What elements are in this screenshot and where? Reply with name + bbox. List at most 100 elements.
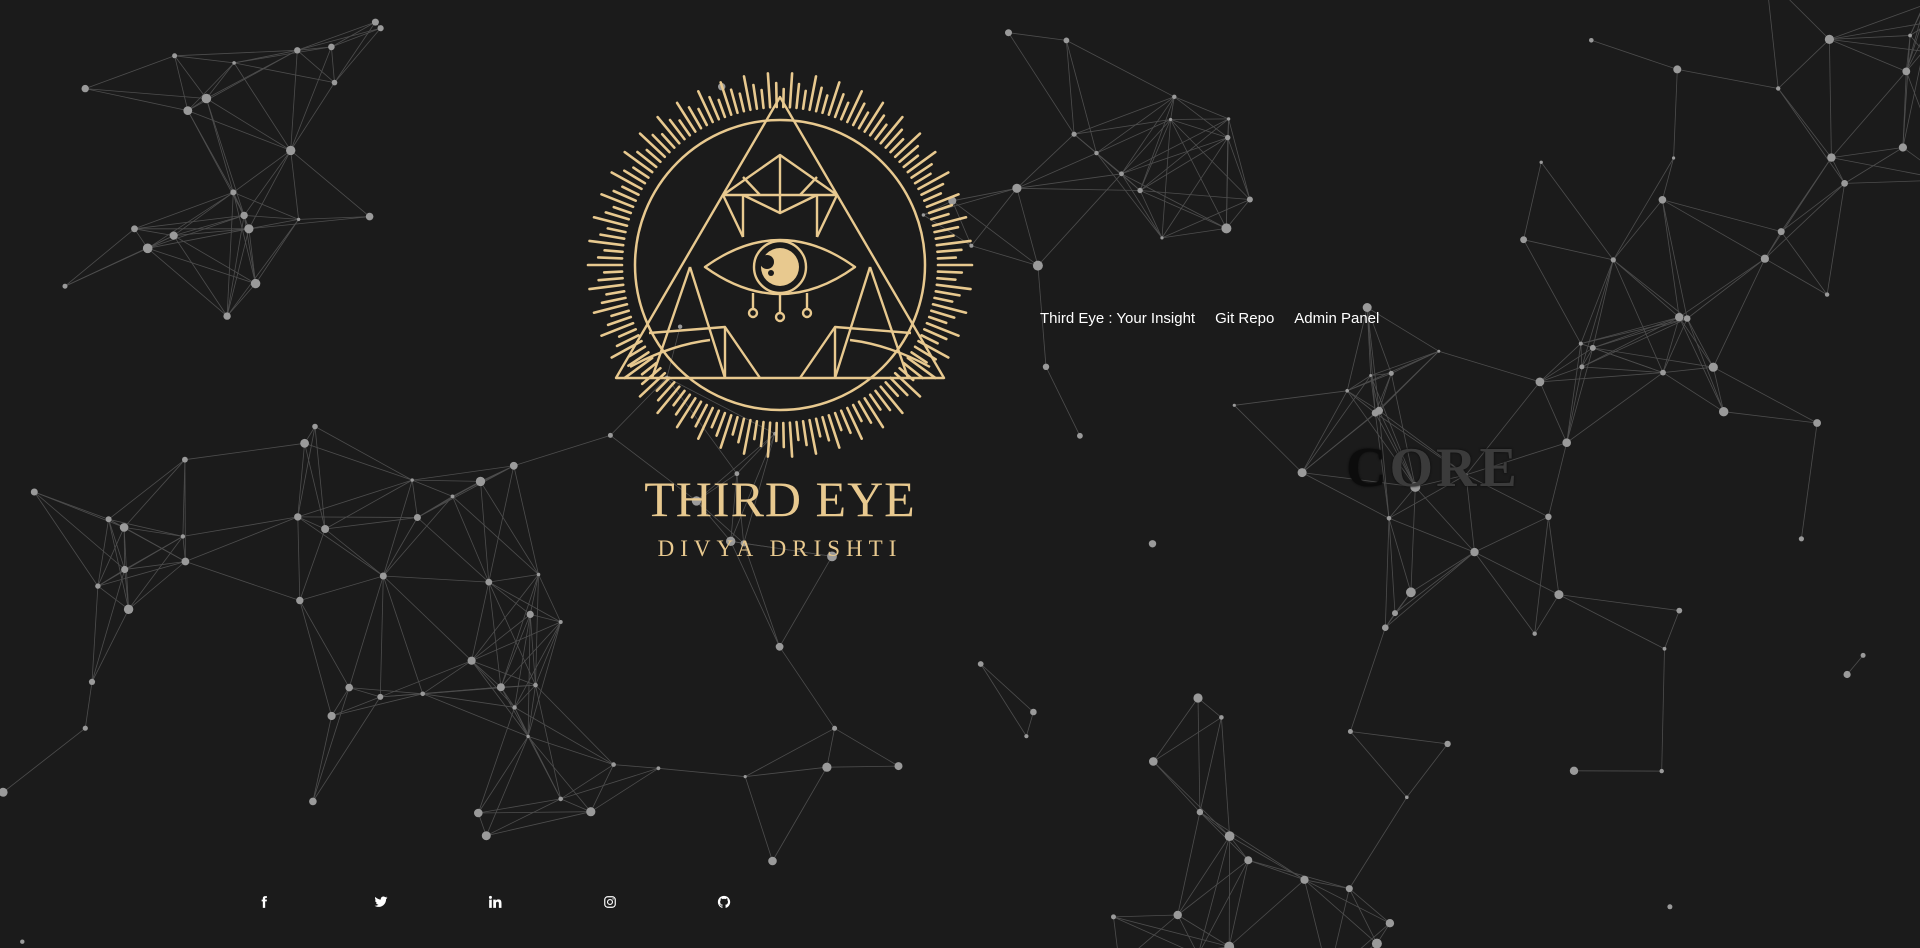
network-link	[1686, 258, 1766, 319]
facebook-link[interactable]	[252, 890, 276, 914]
network-link	[1113, 916, 1118, 948]
network-link	[1121, 173, 1163, 239]
network-node	[1708, 362, 1718, 372]
network-link	[255, 219, 299, 284]
network-link	[185, 516, 298, 562]
network-node	[294, 47, 301, 54]
network-link	[530, 614, 561, 623]
network-link	[1581, 366, 1664, 373]
logo-ray	[927, 203, 954, 215]
network-link	[234, 62, 335, 83]
network-link	[1234, 405, 1303, 473]
network-node	[88, 678, 96, 686]
network-link	[234, 49, 298, 64]
network-link	[1780, 157, 1832, 232]
network-node	[1578, 341, 1583, 346]
network-link	[97, 561, 186, 587]
network-node	[526, 734, 530, 739]
network-link	[1566, 343, 1582, 443]
network-node	[1719, 407, 1729, 417]
network-node	[481, 831, 491, 841]
network-link	[1801, 422, 1818, 539]
network-node	[309, 797, 317, 806]
network-link	[613, 764, 659, 769]
network-link	[1592, 316, 1680, 349]
network-node	[123, 604, 134, 614]
logo-ray	[605, 289, 626, 296]
network-link	[527, 614, 531, 737]
network-link	[1201, 860, 1249, 948]
network-link	[1673, 69, 1678, 159]
network-node	[1673, 65, 1682, 74]
network-link	[745, 727, 835, 777]
network-link	[233, 62, 292, 151]
instagram-link[interactable]	[598, 890, 622, 914]
twitter-link[interactable]	[369, 890, 393, 914]
network-link	[1534, 516, 1549, 634]
network-link	[91, 586, 99, 682]
logo-ray	[766, 421, 772, 458]
network-link	[1777, 39, 1830, 89]
network-link	[1199, 835, 1230, 948]
logo-ray	[717, 98, 727, 119]
network-link	[477, 736, 529, 814]
network-node	[1444, 740, 1451, 748]
network-node	[1119, 171, 1124, 177]
network-node	[1382, 624, 1389, 631]
network-link	[1228, 879, 1305, 947]
network-link	[1347, 350, 1439, 392]
network-link	[1008, 32, 1075, 135]
logo-ray	[596, 256, 624, 260]
network-link	[1712, 258, 1766, 368]
network-link	[1170, 119, 1251, 200]
network-link	[1826, 183, 1845, 295]
network-node	[1539, 160, 1543, 164]
network-link	[128, 536, 184, 610]
network-link	[1540, 162, 1614, 261]
network-node	[1347, 729, 1353, 734]
logo-ray	[846, 406, 863, 440]
network-link	[290, 150, 370, 217]
network-link	[134, 228, 174, 236]
network-link	[834, 727, 899, 767]
network-link	[1394, 551, 1475, 614]
network-link	[452, 496, 490, 583]
network-link	[500, 687, 529, 737]
network-link	[1073, 133, 1097, 154]
network-link	[486, 798, 561, 837]
logo-ray	[833, 93, 845, 119]
network-node	[509, 461, 518, 470]
network-node	[321, 525, 330, 533]
network-link	[1723, 411, 1818, 424]
network-link	[382, 479, 413, 577]
network-link	[1612, 259, 1664, 373]
network-link	[1662, 366, 1714, 373]
network-link	[1905, 71, 1920, 109]
network-link	[1348, 797, 1408, 889]
network-link	[1229, 835, 1305, 881]
network-node	[180, 534, 186, 539]
network-link	[417, 465, 514, 518]
nav-link-admin-panel[interactable]: Admin Panel	[1294, 310, 1379, 327]
network-link	[1662, 318, 1688, 373]
network-link	[97, 519, 109, 587]
network-link	[1777, 88, 1845, 184]
network-link	[1410, 551, 1475, 593]
network-node	[450, 494, 455, 499]
logo-ray	[801, 89, 808, 110]
nav-link-git-repo[interactable]: Git Repo	[1215, 310, 1274, 327]
network-link	[299, 600, 350, 688]
network-node	[512, 705, 517, 710]
network-node	[1824, 34, 1834, 45]
network-node	[1388, 370, 1394, 376]
nav-link-third-eye[interactable]: Third Eye : Your Insight	[1040, 310, 1195, 327]
github-link[interactable]	[712, 890, 736, 914]
network-node	[1562, 438, 1571, 448]
network-link	[538, 574, 562, 623]
network-link	[1197, 697, 1201, 813]
network-node	[1030, 708, 1037, 716]
network-link	[1304, 879, 1378, 944]
network-link	[1829, 39, 1832, 158]
linkedin-link[interactable]	[483, 890, 507, 914]
network-link	[1177, 914, 1196, 948]
